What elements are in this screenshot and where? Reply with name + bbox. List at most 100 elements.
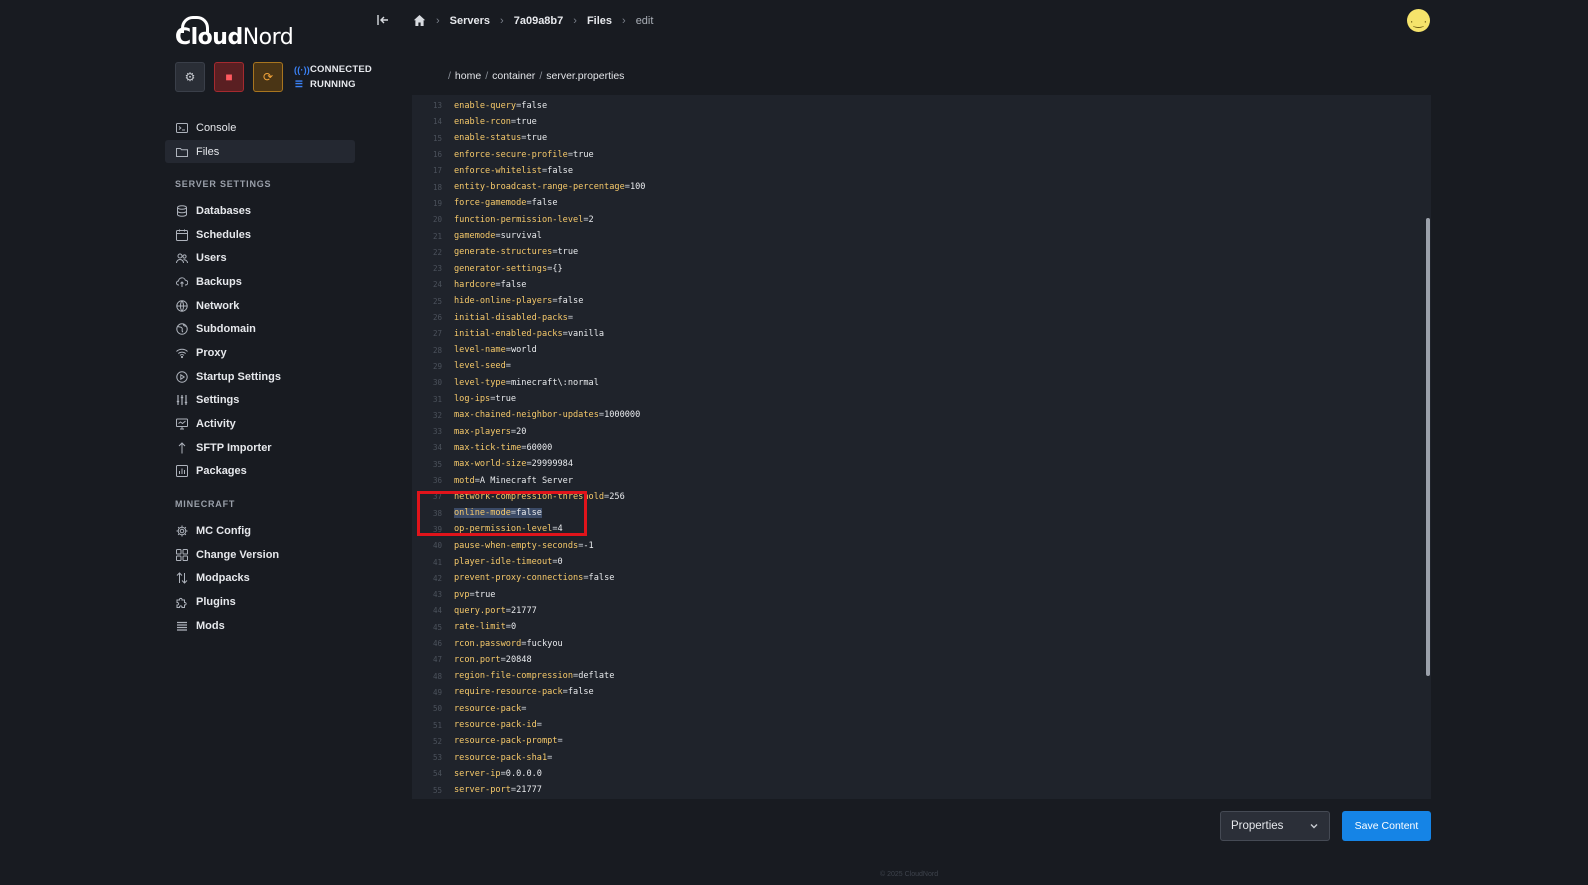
sidebar-item-backups[interactable]: Backups bbox=[165, 270, 355, 294]
sidebar-item-sftp-importer[interactable]: SFTP Importer bbox=[165, 436, 355, 460]
sidebar-item-mods[interactable]: Mods bbox=[165, 614, 355, 638]
code-line[interactable]: 21 gamemode=survival bbox=[412, 228, 542, 244]
property-value: 0 bbox=[557, 557, 563, 568]
code-line[interactable]: 42 prevent-proxy-connections=false bbox=[412, 570, 614, 586]
breadcrumb-servers[interactable]: Servers bbox=[450, 15, 490, 27]
home-icon[interactable] bbox=[413, 14, 426, 27]
code-line[interactable]: 44 query.port=21777 bbox=[412, 603, 537, 619]
code-line[interactable]: 32 max-chained-neighbor-updates=1000000 bbox=[412, 407, 640, 423]
code-line[interactable]: 52 resource-pack-prompt= bbox=[412, 733, 563, 749]
sidebar-item-network[interactable]: Network bbox=[165, 294, 355, 318]
code-line[interactable]: 29 level-seed= bbox=[412, 358, 511, 374]
path-segment-container[interactable]: container bbox=[492, 70, 535, 82]
code-line[interactable]: 55 server-port=21777 bbox=[412, 782, 542, 798]
language-select[interactable]: Properties bbox=[1220, 811, 1330, 841]
property-value: survival bbox=[500, 231, 542, 242]
editor-scrollbar[interactable] bbox=[1426, 218, 1430, 676]
code-line[interactable]: 17 enforce-whitelist=false bbox=[412, 163, 573, 179]
breadcrumb-files[interactable]: Files bbox=[587, 15, 612, 27]
line-number: 23 bbox=[432, 264, 442, 274]
code-line[interactable]: 16 enforce-secure-profile=true bbox=[412, 146, 594, 162]
code-line[interactable]: 54 server-ip=0.0.0.0 bbox=[412, 766, 542, 782]
code-line[interactable]: 43 pvp=true bbox=[412, 587, 495, 603]
sidebar-item-console[interactable]: Console bbox=[165, 116, 355, 140]
code-line[interactable]: 50 resource-pack= bbox=[412, 701, 526, 717]
restart-button[interactable]: ⟳ bbox=[253, 62, 283, 92]
server-settings-button[interactable]: ⚙ bbox=[175, 62, 205, 92]
code-line[interactable]: 14 enable-rcon=true bbox=[412, 114, 537, 130]
line-number: 42 bbox=[432, 573, 442, 583]
sidebar-item-mc-config[interactable]: MC Config bbox=[165, 519, 355, 543]
code-line[interactable]: 24 hardcore=false bbox=[412, 277, 527, 293]
sidebar-item-files[interactable]: Files bbox=[165, 139, 355, 164]
code-line[interactable]: 28 level-name=world bbox=[412, 342, 537, 358]
logo[interactable]: Cloud Nord bbox=[175, 14, 294, 50]
property-value: true bbox=[474, 589, 496, 600]
sidebar-item-change-version[interactable]: Change Version bbox=[165, 543, 355, 567]
breadcrumb-server-id[interactable]: 7a09a8b7 bbox=[514, 15, 564, 27]
property-value: A Minecraft Server bbox=[479, 475, 574, 486]
code-line[interactable]: 48 region-file-compression=deflate bbox=[412, 668, 614, 684]
code-line[interactable]: 40 pause-when-empty-seconds=-1 bbox=[412, 538, 594, 554]
code-line[interactable]: 26 initial-disabled-packs= bbox=[412, 309, 573, 325]
code-line[interactable]: 46 rcon.password=fuckyou bbox=[412, 635, 563, 651]
sidebar-item-schedules[interactable]: Schedules bbox=[165, 223, 355, 247]
code-line[interactable]: 53 resource-pack-sha1= bbox=[412, 750, 552, 766]
code-line[interactable]: 19 force-gamemode=false bbox=[412, 195, 558, 211]
property-key: log-ips bbox=[454, 394, 491, 405]
code-line[interactable]: 31 log-ips=true bbox=[412, 391, 516, 407]
code-line[interactable]: 34 max-tick-time=60000 bbox=[412, 440, 552, 456]
code-line[interactable]: 30 level-type=minecraft\:normal bbox=[412, 375, 599, 391]
code-line[interactable]: 36 motd=A Minecraft Server bbox=[412, 472, 573, 488]
property-value: false bbox=[521, 100, 548, 111]
code-line[interactable]: 13 enable-query=false bbox=[412, 98, 547, 114]
puzzle-icon bbox=[175, 595, 188, 608]
connection-status: ((·)) CONNECTED bbox=[294, 64, 372, 75]
gear-icon bbox=[175, 524, 188, 537]
code-line[interactable]: 51 resource-pack-id= bbox=[412, 717, 542, 733]
code-line[interactable]: 15 enable-status=true bbox=[412, 130, 547, 146]
code-line[interactable]: 27 initial-enabled-packs=vanilla bbox=[412, 326, 604, 342]
sidebar-item-label: Subdomain bbox=[196, 323, 256, 336]
code-line[interactable]: 47 rcon.port=20848 bbox=[412, 652, 532, 668]
sidebar-item-plugins[interactable]: Plugins bbox=[165, 590, 355, 614]
sidebar-item-activity[interactable]: Activity bbox=[165, 412, 355, 436]
save-content-button[interactable]: Save Content bbox=[1342, 811, 1431, 841]
path-segment-home[interactable]: home bbox=[455, 70, 481, 82]
chevron-right-icon: › bbox=[500, 14, 504, 27]
code-editor[interactable]: 13 enable-query=false 14 enable-rcon=true 15… bbox=[412, 95, 1431, 799]
property-value: {} bbox=[552, 263, 563, 274]
code-line[interactable]: 18 entity-broadcast-range-percentage=100 bbox=[412, 179, 646, 195]
sidebar-item-settings[interactable]: Settings bbox=[165, 389, 355, 413]
cloud-upload-icon bbox=[175, 275, 188, 288]
code-text: level-seed= bbox=[454, 361, 511, 371]
code-text: force-gamemode=false bbox=[454, 198, 558, 208]
sidebar-item-proxy[interactable]: Proxy bbox=[165, 341, 355, 365]
sidebar-item-subdomain[interactable]: Subdomain bbox=[165, 317, 355, 341]
code-text: enable-status=true bbox=[454, 133, 547, 143]
code-line[interactable]: 41 player-idle-timeout=0 bbox=[412, 554, 563, 570]
code-line[interactable]: 49 require-resource-pack=false bbox=[412, 684, 594, 700]
stop-button[interactable]: ■ bbox=[214, 62, 244, 92]
monitor-icon bbox=[175, 418, 188, 431]
sidebar-item-databases[interactable]: Databases bbox=[165, 199, 355, 223]
collapse-sidebar-icon[interactable] bbox=[376, 13, 390, 27]
code-line[interactable]: 23 generator-settings={} bbox=[412, 261, 563, 277]
avatar[interactable]: ·‿· bbox=[1407, 9, 1430, 32]
code-line[interactable]: 33 max-players=20 bbox=[412, 424, 527, 440]
property-key: function-permission-level bbox=[454, 214, 584, 225]
sidebar-item-label: Users bbox=[196, 252, 227, 265]
sidebar-item-modpacks[interactable]: Modpacks bbox=[165, 566, 355, 590]
sidebar-item-users[interactable]: Users bbox=[165, 246, 355, 270]
code-line[interactable]: 45 rate-limit=0 bbox=[412, 619, 516, 635]
code-line[interactable]: 35 max-world-size=29999984 bbox=[412, 456, 573, 472]
property-key: pause-when-empty-seconds bbox=[454, 540, 579, 551]
sidebar-item-label: Console bbox=[196, 121, 237, 134]
code-line[interactable]: 22 generate-structures=true bbox=[412, 244, 578, 260]
line-number: 17 bbox=[432, 166, 442, 176]
sidebar-item-startup-settings[interactable]: Startup Settings bbox=[165, 365, 355, 389]
code-line[interactable]: 20 function-permission-level=2 bbox=[412, 212, 594, 228]
property-value: 0.0.0.0 bbox=[505, 768, 542, 779]
code-line[interactable]: 25 hide-online-players=false bbox=[412, 293, 583, 309]
sidebar-item-packages[interactable]: Packages bbox=[165, 460, 355, 484]
